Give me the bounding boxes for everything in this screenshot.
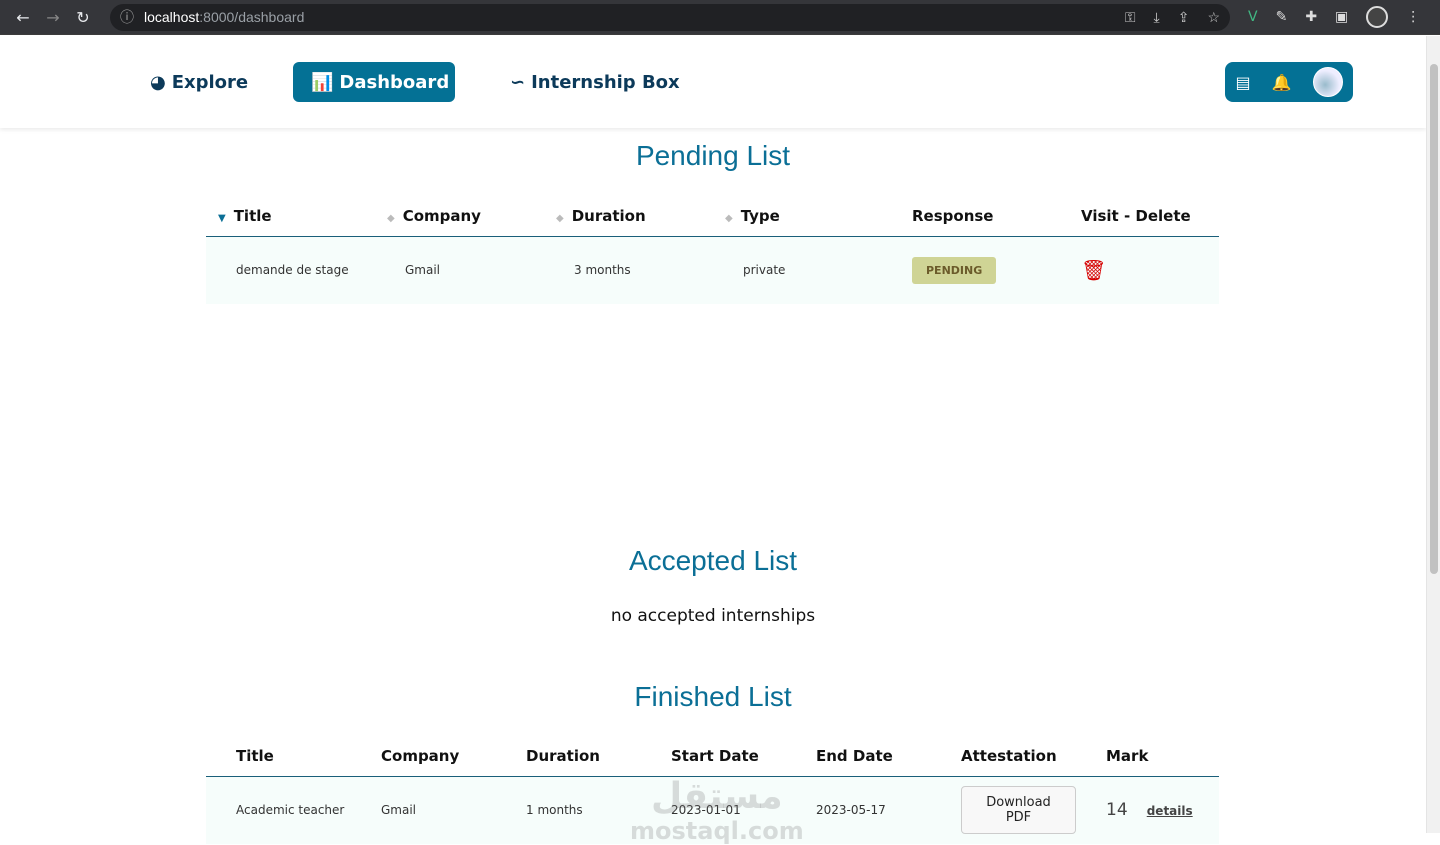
status-badge: PENDING — [912, 256, 997, 284]
col-attestation: Attestation — [931, 736, 1076, 777]
cell-mark: 14 details — [1076, 776, 1219, 844]
col-visit-delete: Visit - Delete — [1051, 196, 1219, 237]
finished-list-title: Finished List — [634, 681, 792, 712]
cell-actions: 🗑 — [1051, 236, 1219, 304]
chart-icon: 📊 — [311, 71, 334, 93]
cell-duration: 3 months — [544, 236, 713, 304]
col-type[interactable]: ◆ Type — [713, 196, 882, 237]
col-company[interactable]: ◆ Company — [375, 196, 544, 237]
nav-explore[interactable]: ◕ Explore — [132, 62, 266, 102]
accepted-list-title: Accepted List — [628, 545, 798, 576]
pending-list-title: Pending List — [635, 140, 791, 171]
col-start-date: Start Date — [641, 736, 786, 777]
col-label: Duration — [571, 206, 646, 225]
info-icon: ⓘ — [120, 9, 134, 25]
extension-pen-icon[interactable]: ✎ — [1276, 9, 1288, 25]
details-link[interactable]: details — [1147, 804, 1193, 818]
scrollbar[interactable] — [1426, 36, 1440, 833]
cell-start-date: 2023-01-01 — [641, 776, 786, 844]
profile-avatar[interactable] — [1366, 6, 1389, 28]
menu-icon[interactable]: ⋮ — [1406, 9, 1420, 25]
url-path: :8000/dashboard — [199, 9, 305, 25]
cell-end-date: 2023-05-17 — [786, 776, 931, 844]
bell-icon[interactable]: 🔔 — [1272, 73, 1292, 92]
col-response: Response — [882, 196, 1051, 237]
vue-devtools-icon[interactable]: V — [1248, 9, 1258, 25]
col-end-date: End Date — [786, 736, 931, 777]
extensions-puzzle-icon[interactable]: ✚ — [1305, 9, 1317, 25]
avatar[interactable] — [1312, 67, 1343, 97]
key-icon[interactable]: ⚿ — [1125, 9, 1136, 26]
finished-table: Title Company Duration Start Date End Da… — [206, 736, 1219, 844]
trash-icon[interactable]: 🗑 — [1081, 258, 1106, 282]
cell-response: PENDING — [882, 236, 1051, 304]
col-mark: Mark — [1076, 736, 1219, 777]
address-bar[interactable]: ⓘ localhost:8000/dashboard ⚿ ⤓ ⇪ ☆ — [110, 3, 1230, 31]
nav-label: Explore — [171, 71, 249, 93]
col-title[interactable]: ▼ Title — [206, 196, 375, 237]
scrollbar-thumb[interactable] — [1430, 64, 1438, 574]
browser-toolbar: ← → ↻ ⓘ localhost:8000/dashboard ⚿ ⤓ ⇪ ☆ V ✎… — [0, 0, 1440, 35]
cell-attestation: Download PDF — [931, 776, 1076, 844]
col-label: Type — [740, 206, 780, 225]
col-company: Company — [351, 736, 496, 777]
download-pdf-button[interactable]: Download PDF — [961, 786, 1076, 835]
sort-icon[interactable]: ◆ — [556, 213, 564, 224]
install-icon[interactable]: ⤓ — [1154, 9, 1160, 26]
table-row: Academic teacher Gmail 1 months 2023-01-… — [206, 776, 1219, 844]
sort-icon[interactable]: ◆ — [387, 213, 395, 224]
nav-dashboard[interactable]: 📊 Dashboard — [293, 62, 455, 102]
empty-message: no accepted internships — [610, 606, 816, 626]
user-actions: ▤ 🔔 — [1225, 62, 1353, 102]
forward-icon[interactable]: → — [40, 8, 66, 27]
globe-icon: ◕ — [150, 71, 166, 93]
app-header: ◕ Explore 📊 Dashboard ∽ Internship Box ▤ 🔔 — [0, 36, 1426, 128]
star-icon[interactable]: ☆ — [1207, 9, 1220, 26]
cell-title: Academic teacher — [206, 776, 351, 844]
nav-label: Dashboard — [339, 71, 450, 93]
mark-value: 14 — [1106, 800, 1128, 821]
nav-label: Internship Box — [531, 71, 680, 93]
side-panel-icon[interactable]: ▣ — [1335, 9, 1348, 25]
col-title: Title — [206, 736, 351, 777]
url-host: localhost — [144, 9, 200, 25]
sort-icon[interactable]: ◆ — [725, 213, 733, 224]
col-duration: Duration — [496, 736, 641, 777]
cell-title: demande de stage — [206, 236, 375, 304]
col-label: Company — [402, 206, 481, 225]
add-post-icon[interactable]: ▤ — [1235, 73, 1250, 92]
table-row: demande de stage Gmail 3 months private … — [206, 236, 1219, 304]
pending-table: ▼ Title ◆ Company ◆ Duration ◆ Type Response… — [206, 196, 1219, 304]
link-icon: ∽ — [510, 71, 526, 93]
col-duration[interactable]: ◆ Duration — [544, 196, 713, 237]
reload-icon[interactable]: ↻ — [70, 8, 96, 27]
cell-company: Gmail — [351, 776, 496, 844]
cell-company: Gmail — [375, 236, 544, 304]
sort-desc-icon[interactable]: ▼ — [218, 213, 226, 224]
cell-duration: 1 months — [496, 776, 641, 844]
cell-type: private — [713, 236, 882, 304]
col-label: Title — [233, 206, 272, 225]
nav-internship-box[interactable]: ∽ Internship Box — [492, 62, 698, 102]
back-icon[interactable]: ← — [10, 8, 36, 27]
share-icon[interactable]: ⇪ — [1178, 9, 1190, 26]
